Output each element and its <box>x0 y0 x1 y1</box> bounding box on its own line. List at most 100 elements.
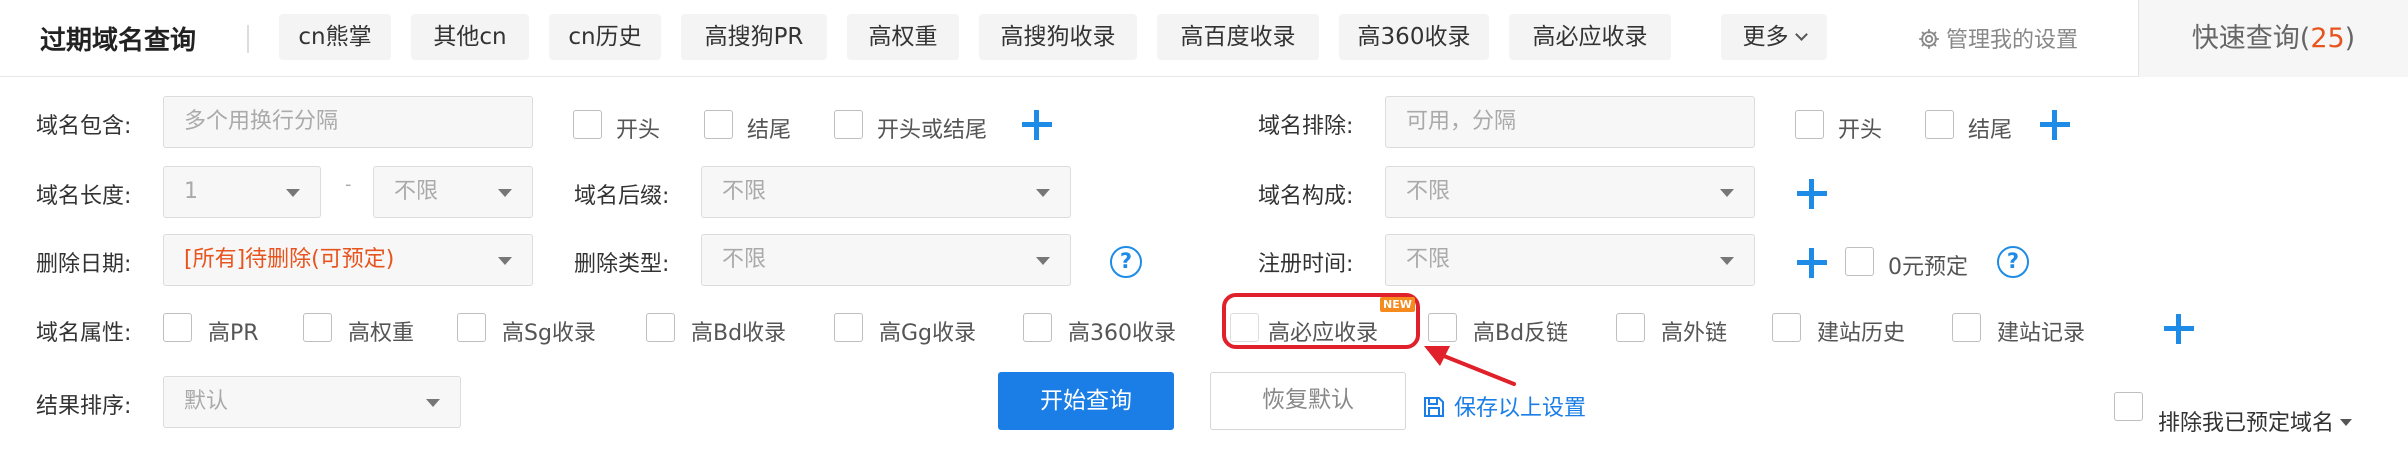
caret-down-icon <box>1036 189 1050 197</box>
add-composition-plus-icon[interactable] <box>1797 179 1827 209</box>
attr-site-history-checkbox[interactable] <box>1772 313 1801 342</box>
help-icon[interactable]: ? <box>1110 246 1142 278</box>
include-end-checkbox[interactable] <box>704 110 733 139</box>
attr-site-history-label: 建站历史 <box>1817 321 1906 346</box>
domain-include-label: 域名包含: <box>36 114 132 139</box>
include-start-or-end-checkbox[interactable] <box>834 110 863 139</box>
add-register-time-plus-icon[interactable] <box>1797 248 1827 278</box>
attr-360-checkbox[interactable] <box>1023 313 1052 342</box>
caret-down-icon <box>498 189 512 197</box>
length-min-value: 1 <box>184 179 198 204</box>
attr-sg-label: 高Sg收录 <box>502 321 596 346</box>
help-icon[interactable]: ? <box>1997 246 2029 278</box>
add-exclude-plus-icon[interactable] <box>2040 110 2070 140</box>
delete-type-label: 删除类型: <box>574 252 670 277</box>
composition-value: 不限 <box>1406 179 1451 204</box>
tag-high-weight[interactable]: 高权重 <box>847 14 959 60</box>
sort-value: 默认 <box>184 389 229 414</box>
register-time-label: 注册时间: <box>1258 252 1354 277</box>
attr-bd-checkbox[interactable] <box>646 313 675 342</box>
caret-down-icon <box>1036 257 1050 265</box>
tag-cn-xiongzhang[interactable]: cn熊掌 <box>279 14 391 60</box>
attr-bd-backlink-checkbox[interactable] <box>1428 313 1457 342</box>
quick-query-label: 快速查询( <box>2191 23 2311 54</box>
attr-bd-label: 高Bd收录 <box>691 321 787 346</box>
delete-type-select[interactable]: 不限 <box>701 234 1071 286</box>
gear-icon <box>1918 28 1940 50</box>
reset-default-button[interactable]: 恢复默认 <box>1210 372 1406 430</box>
sort-label: 结果排序: <box>36 394 132 419</box>
add-attribute-plus-icon[interactable] <box>2164 314 2194 344</box>
domain-suffix-select[interactable]: 不限 <box>701 166 1071 218</box>
attr-pr-label: 高PR <box>208 321 259 346</box>
quick-query-tab[interactable]: 快速查询(25) <box>2138 0 2408 77</box>
length-max-select[interactable]: 不限 <box>373 166 533 218</box>
exclude-reserved-checkbox[interactable] <box>2114 392 2143 421</box>
delete-date-select[interactable]: [所有]待删除(可预定) <box>163 234 533 286</box>
sort-select[interactable]: 默认 <box>163 376 461 428</box>
attr-sg-checkbox[interactable] <box>457 313 486 342</box>
attr-gg-label: 高Gg收录 <box>879 321 977 346</box>
delete-date-label: 删除日期: <box>36 252 132 277</box>
domain-include-input[interactable]: 多个用换行分隔 <box>163 96 533 148</box>
tag-high-sogou-pr[interactable]: 高搜狗PR <box>681 14 827 60</box>
attr-gg-checkbox[interactable] <box>834 313 863 342</box>
domain-exclude-label: 域名排除: <box>1258 114 1354 139</box>
include-end-label: 结尾 <box>747 118 792 143</box>
caret-down-icon <box>1720 257 1734 265</box>
exclude-start-checkbox[interactable] <box>1795 110 1824 139</box>
quick-query-close-paren: ) <box>2344 23 2356 54</box>
attr-bing-label: 高必应收录 <box>1268 321 1379 346</box>
tag-high-360-index[interactable]: 高360收录 <box>1339 14 1489 60</box>
chevron-down-icon <box>1794 28 1808 41</box>
caret-down-icon <box>286 189 300 197</box>
attr-pr-checkbox[interactable] <box>163 313 192 342</box>
save-settings-link[interactable]: 保存以上设置 <box>1422 390 1586 422</box>
domain-exclude-input[interactable]: 可用，分隔 <box>1385 96 1755 148</box>
attr-bing-checkbox[interactable] <box>1230 313 1259 342</box>
caret-down-icon <box>2340 419 2353 426</box>
start-search-button[interactable]: 开始查询 <box>998 372 1174 430</box>
tag-other-cn[interactable]: 其他cn <box>411 14 529 60</box>
title-divider <box>247 25 249 53</box>
domain-attributes-label: 域名属性: <box>36 321 132 346</box>
domain-composition-select[interactable]: 不限 <box>1385 166 1755 218</box>
delete-date-value: [所有]待删除(可预定) <box>184 247 395 272</box>
tag-high-baidu-index[interactable]: 高百度收录 <box>1157 14 1319 60</box>
attr-site-record-checkbox[interactable] <box>1952 313 1981 342</box>
attr-weight-checkbox[interactable] <box>303 313 332 342</box>
register-time-select[interactable]: 不限 <box>1385 234 1755 286</box>
exclude-end-checkbox[interactable] <box>1925 110 1954 139</box>
manage-settings-label: 管理我的设置 <box>1946 28 2079 53</box>
length-max-value: 不限 <box>394 179 439 204</box>
header-bar: 过期域名查询 cn熊掌 其他cn cn历史 高搜狗PR 高权重 高搜狗收录 高百… <box>0 0 2408 77</box>
caret-down-icon <box>1720 189 1734 197</box>
more-dropdown[interactable]: 更多 <box>1721 14 1827 60</box>
include-start-or-end-label: 开头或结尾 <box>877 118 988 143</box>
attr-360-label: 高360收录 <box>1068 321 1176 346</box>
manage-settings-link[interactable]: 管理我的设置 <box>1918 22 2078 54</box>
exclude-end-label: 结尾 <box>1968 118 2013 143</box>
save-settings-label: 保存以上设置 <box>1454 396 1587 421</box>
exclude-reserved-dropdown[interactable]: 排除我已预定域名 <box>2158 405 2353 437</box>
domain-suffix-label: 域名后缀: <box>574 184 670 209</box>
register-time-value: 不限 <box>1406 247 1451 272</box>
length-dash: - <box>345 174 352 195</box>
exclude-start-label: 开头 <box>1838 118 1883 143</box>
add-include-plus-icon[interactable] <box>1022 110 1052 140</box>
tag-high-sogou-index[interactable]: 高搜狗收录 <box>979 14 1137 60</box>
caret-down-icon <box>426 399 440 407</box>
attr-external-links-label: 高外链 <box>1661 321 1728 346</box>
arrow-annotation-icon <box>1424 346 1516 386</box>
zero-price-checkbox[interactable] <box>1845 247 1874 276</box>
tag-high-bing-index[interactable]: 高必应收录 <box>1509 14 1671 60</box>
include-start-checkbox[interactable] <box>573 110 602 139</box>
tag-cn-history[interactable]: cn历史 <box>549 14 661 60</box>
new-badge: NEW <box>1380 297 1415 312</box>
caret-down-icon <box>498 257 512 265</box>
suffix-value: 不限 <box>722 179 767 204</box>
attr-external-links-checkbox[interactable] <box>1616 313 1645 342</box>
include-start-label: 开头 <box>616 118 661 143</box>
length-min-select[interactable]: 1 <box>163 166 321 218</box>
more-label: 更多 <box>1742 24 1789 50</box>
